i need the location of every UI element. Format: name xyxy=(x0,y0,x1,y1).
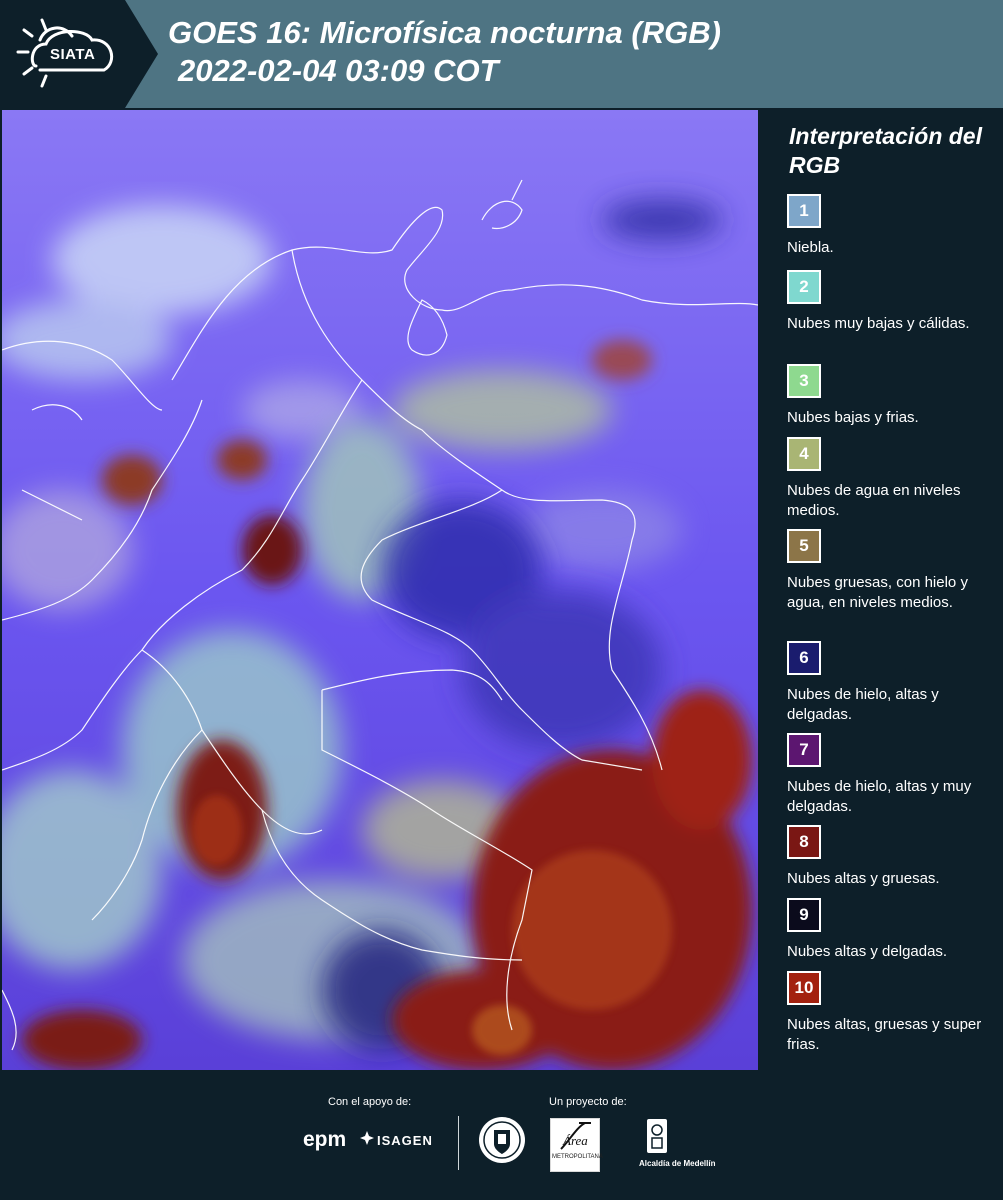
legend-swatch-2: 2 xyxy=(787,270,821,304)
area-metropolitana-logo: Área xyxy=(550,1118,600,1172)
support-label: Con el apoyo de: xyxy=(328,1096,412,1108)
legend-item-4: 4 Nubes de agua en niveles medios. xyxy=(787,437,997,521)
page-title: GOES 16: Microfísica nocturna (RGB) 2022… xyxy=(168,14,721,90)
rgb-composite-image xyxy=(2,110,758,1070)
legend-label-7: Nubes de hielo, altas y muy delgadas. xyxy=(787,778,972,815)
project-label: Un proyecto de: xyxy=(549,1096,627,1108)
legend-item-3: 3 Nubes bajas y frias. xyxy=(787,364,997,428)
alcaldia-shield-icon xyxy=(647,1119,667,1153)
legend-item-8: 8 Nubes altas y gruesas. xyxy=(787,825,997,889)
legend-swatch-5: 5 xyxy=(787,529,821,563)
legend-label-9: Nubes altas y delgadas. xyxy=(787,943,948,960)
legend-item-2: 2 Nubes muy bajas y cálidas. xyxy=(787,270,997,334)
legend-label-5: Nubes gruesas, con hielo y agua, en nive… xyxy=(787,574,968,611)
legend-label-10: Nubes altas, gruesas y super frias. xyxy=(787,1016,982,1053)
alcaldia-medellin-logo: Alcaldía de Medellín xyxy=(639,1159,716,1168)
legend-label-1: Niebla. xyxy=(787,239,834,256)
epm-logo: epm xyxy=(303,1128,347,1151)
isagen-logo: ISAGEN xyxy=(377,1133,433,1148)
legend-swatch-4: 4 xyxy=(787,437,821,471)
legend-swatch-3: 3 xyxy=(787,364,821,398)
legend-label-3: Nubes bajas y frias. xyxy=(787,409,919,426)
header-bar: SIATA GOES 16: Microfísica nocturna (RGB… xyxy=(0,0,1003,108)
satellite-map xyxy=(2,110,758,1070)
footer-divider xyxy=(458,1116,459,1170)
legend-item-5: 5 Nubes gruesas, con hielo y agua, en ni… xyxy=(787,529,997,613)
legend-item-1: 1 Niebla. xyxy=(787,194,997,258)
footer-sponsors: Con el apoyo de: Un proyecto de: epm ISA… xyxy=(0,1070,1003,1200)
legend-swatch-10: 10 xyxy=(787,971,821,1005)
siata-logo-text: SIATA xyxy=(50,46,96,63)
legend-title: Interpretación del RGB xyxy=(789,123,982,178)
legend-item-10: 10 Nubes altas, gruesas y super frias. xyxy=(787,971,997,1055)
siata-logo: SIATA xyxy=(0,0,160,108)
area-logo-text: Área xyxy=(562,1133,588,1148)
legend-label-2: Nubes muy bajas y cálidas. xyxy=(787,315,970,332)
legend-item-7: 7 Nubes de hielo, altas y muy delgadas. xyxy=(787,733,997,817)
legend-label-4: Nubes de agua en niveles medios. xyxy=(787,482,961,519)
legend-label-8: Nubes altas y gruesas. xyxy=(787,870,940,887)
legend-label-6: Nubes de hielo, altas y delgadas. xyxy=(787,686,939,723)
legend-swatch-8: 8 xyxy=(787,825,821,859)
legend-swatch-7: 7 xyxy=(787,733,821,767)
legend-swatch-6: 6 xyxy=(787,641,821,675)
title-timestamp: 2022-02-04 03:09 COT xyxy=(178,53,499,88)
legend-swatch-1: 1 xyxy=(787,194,821,228)
legend-item-6: 6 Nubes de hielo, altas y delgadas. xyxy=(787,641,997,725)
university-seal-icon xyxy=(479,1117,525,1163)
legend-swatch-9: 9 xyxy=(787,898,821,932)
title-product: GOES 16: Microfísica nocturna (RGB) xyxy=(168,15,721,50)
isagen-mark-icon xyxy=(360,1131,374,1145)
legend-panel: Interpretación del RGB 1 Niebla. 2 Nubes… xyxy=(760,110,1003,1070)
area-metropolitana-text: METROPOLITANA xyxy=(552,1154,603,1160)
legend-item-9: 9 Nubes altas y delgadas. xyxy=(787,898,997,962)
